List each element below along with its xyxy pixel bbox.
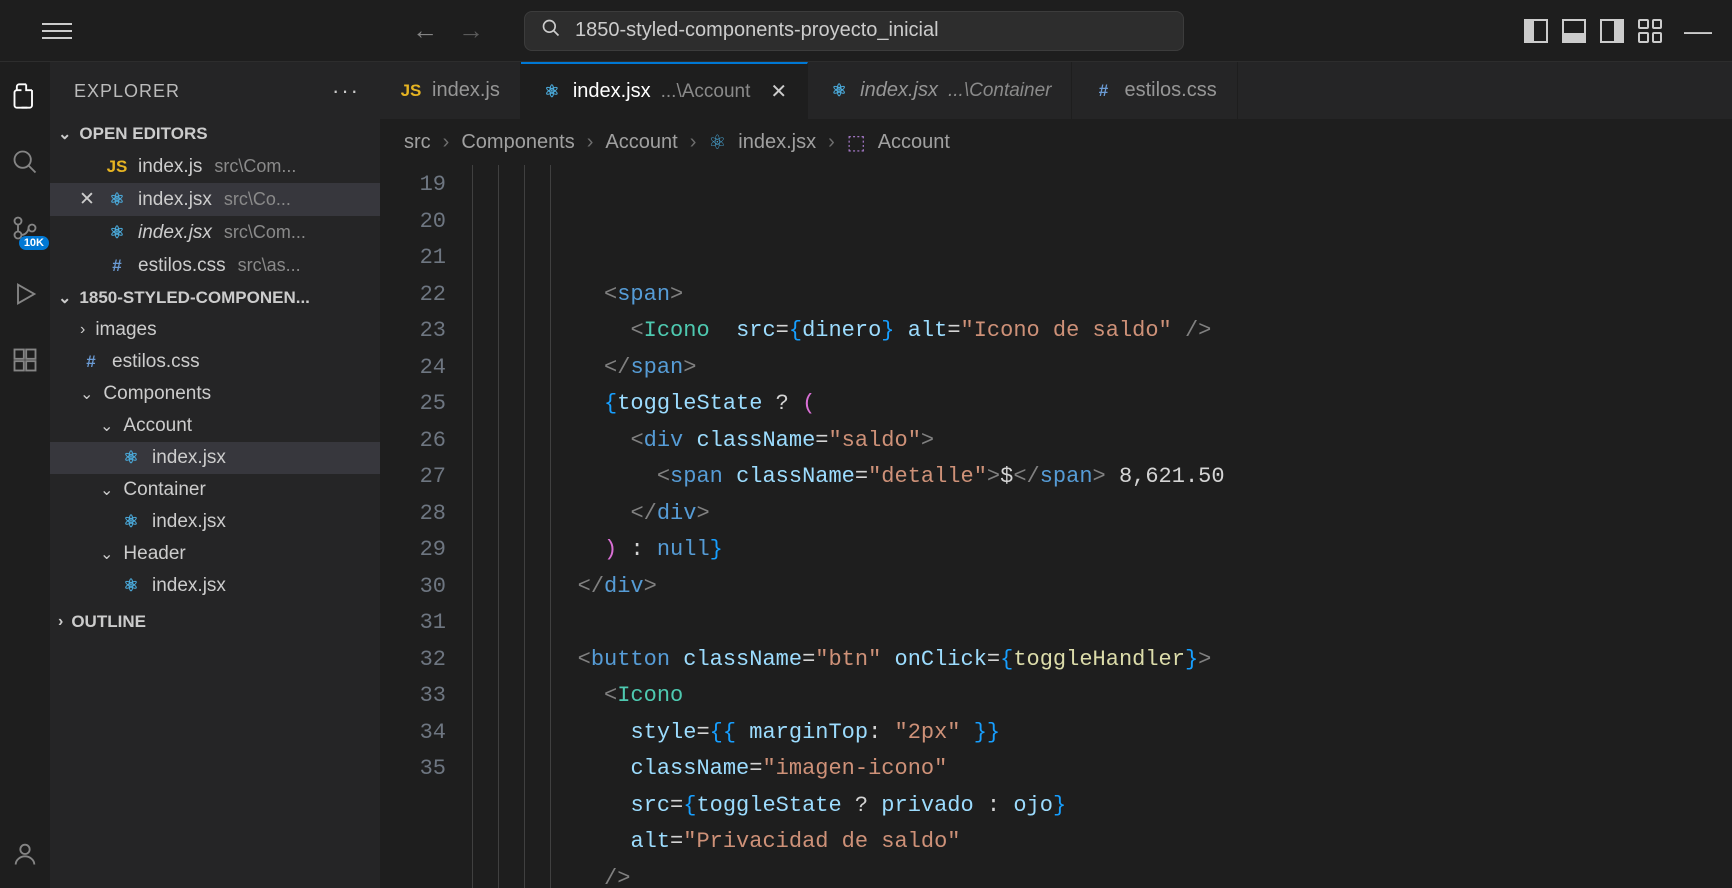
chevron-down-icon: ⌄: [100, 544, 113, 564]
open-editor-item[interactable]: ✕ ⚛ index.jsx src\Com...: [50, 216, 380, 249]
css-file-icon: #: [106, 256, 128, 276]
tab-estilos-css[interactable]: # estilos.css: [1072, 62, 1237, 119]
sidebar-title: EXPLORER: [74, 81, 180, 102]
react-file-icon: ⚛: [120, 576, 142, 596]
close-icon[interactable]: ✕: [770, 79, 787, 104]
open-editor-item[interactable]: ✕ # estilos.css src\as...: [50, 249, 380, 282]
chevron-down-icon: ⌄: [100, 480, 113, 500]
project-section[interactable]: ⌄ 1850-STYLED-COMPONEN...: [50, 282, 380, 314]
close-icon[interactable]: ✕: [78, 188, 96, 211]
chevron-down-icon: ⌄: [58, 124, 71, 144]
search-icon: [541, 18, 561, 44]
accounts-icon[interactable]: [9, 838, 41, 870]
tab-index-jsx-container[interactable]: ⚛ index.jsx ...\Container: [808, 62, 1072, 119]
tree-file-container-index[interactable]: ⚛ index.jsx: [50, 506, 380, 538]
project-label: 1850-STYLED-COMPONEN...: [79, 288, 310, 308]
chevron-right-icon: ›: [828, 131, 835, 154]
open-editor-item[interactable]: ✕ JS index.js src\Com...: [50, 150, 380, 183]
toggle-secondary-sidebar-icon[interactable]: [1600, 19, 1624, 43]
toggle-primary-sidebar-icon[interactable]: [1524, 19, 1548, 43]
editor-area: JS index.js ⚛ index.jsx ...\Account ✕ ⚛ …: [380, 62, 1732, 888]
chevron-right-icon: ›: [587, 131, 594, 154]
tree-folder-container[interactable]: ⌄ Container: [50, 474, 380, 506]
open-editor-item[interactable]: ✕ ⚛ index.jsx src\Co...: [50, 183, 380, 216]
tree-file-header-index[interactable]: ⚛ index.jsx: [50, 570, 380, 602]
sidebar: EXPLORER ··· ⌄ OPEN EDITORS ✕ JS index.j…: [50, 62, 380, 888]
react-file-icon: ⚛: [541, 82, 563, 102]
react-file-icon: ⚛: [106, 190, 128, 210]
css-file-icon: #: [1092, 81, 1114, 101]
tree-folder-header[interactable]: ⌄ Header: [50, 538, 380, 570]
js-file-icon: JS: [106, 157, 128, 177]
breadcrumb-segment[interactable]: Account: [878, 131, 950, 154]
nav-forward-icon[interactable]: →: [458, 15, 484, 46]
toggle-panel-icon[interactable]: [1562, 19, 1586, 43]
js-file-icon: JS: [400, 81, 422, 101]
layout-controls: [1524, 19, 1662, 43]
tab-index-js[interactable]: JS index.js: [380, 62, 521, 119]
tree-folder-images[interactable]: › images: [50, 314, 380, 346]
breadcrumb-segment[interactable]: Account: [605, 131, 677, 154]
react-file-icon: ⚛: [120, 512, 142, 532]
line-gutter: 1920212223242526272829303132333435: [380, 165, 472, 888]
minimize-button[interactable]: —: [1684, 15, 1712, 47]
chevron-right-icon: ›: [58, 613, 63, 631]
react-file-icon: ⚛: [120, 448, 142, 468]
breadcrumbs[interactable]: src › Components › Account › ⚛ index.jsx…: [380, 120, 1732, 165]
breadcrumb-segment[interactable]: Components: [461, 131, 574, 154]
tree-folder-components[interactable]: ⌄ Components: [50, 378, 380, 410]
breadcrumb-segment[interactable]: index.jsx: [738, 131, 816, 154]
code-editor[interactable]: 1920212223242526272829303132333435 <span…: [380, 165, 1732, 888]
search-icon[interactable]: [9, 146, 41, 178]
run-debug-icon[interactable]: [9, 278, 41, 310]
outline-label: OUTLINE: [71, 612, 146, 632]
chevron-down-icon: ⌄: [80, 384, 93, 404]
chevron-down-icon: ⌄: [100, 416, 113, 436]
chevron-right-icon: ›: [80, 321, 85, 339]
source-control-badge: 10K: [19, 236, 49, 250]
react-file-icon: ⚛: [828, 81, 850, 101]
menu-button[interactable]: [42, 16, 72, 46]
sidebar-more-icon[interactable]: ···: [332, 78, 360, 104]
nav-back-icon[interactable]: ←: [412, 15, 438, 46]
react-file-icon: ⚛: [708, 130, 726, 155]
breadcrumb-segment[interactable]: src: [404, 131, 431, 154]
open-editors-label: OPEN EDITORS: [79, 124, 207, 144]
command-center-text: 1850-styled-components-proyecto_inicial: [575, 19, 939, 42]
chevron-down-icon: ⌄: [58, 288, 71, 308]
open-editors-section[interactable]: ⌄ OPEN EDITORS: [50, 118, 380, 150]
titlebar: ← → 1850-styled-components-proyecto_inic…: [0, 0, 1732, 62]
outline-section[interactable]: › OUTLINE: [50, 606, 380, 638]
activity-bar: 10K: [0, 62, 50, 888]
css-file-icon: #: [80, 352, 102, 372]
tree-file-account-index[interactable]: ⚛ index.jsx: [50, 442, 380, 474]
command-center[interactable]: 1850-styled-components-proyecto_inicial: [524, 11, 1184, 51]
tree-file-estilos[interactable]: # estilos.css: [50, 346, 380, 378]
chevron-right-icon: ›: [690, 131, 697, 154]
source-control-icon[interactable]: 10K: [9, 212, 41, 244]
tab-index-jsx-account[interactable]: ⚛ index.jsx ...\Account ✕: [521, 62, 808, 119]
code-content[interactable]: <span> <Icono src={dinero} alt="Icono de…: [472, 165, 1732, 888]
editor-tabs: JS index.js ⚛ index.jsx ...\Account ✕ ⚛ …: [380, 62, 1732, 120]
customize-layout-icon[interactable]: [1638, 19, 1662, 43]
symbol-icon: ⬚: [847, 130, 866, 155]
chevron-right-icon: ›: [443, 131, 450, 154]
explorer-icon[interactable]: [9, 80, 41, 112]
extensions-icon[interactable]: [9, 344, 41, 376]
tree-folder-account[interactable]: ⌄ Account: [50, 410, 380, 442]
react-file-icon: ⚛: [106, 223, 128, 243]
